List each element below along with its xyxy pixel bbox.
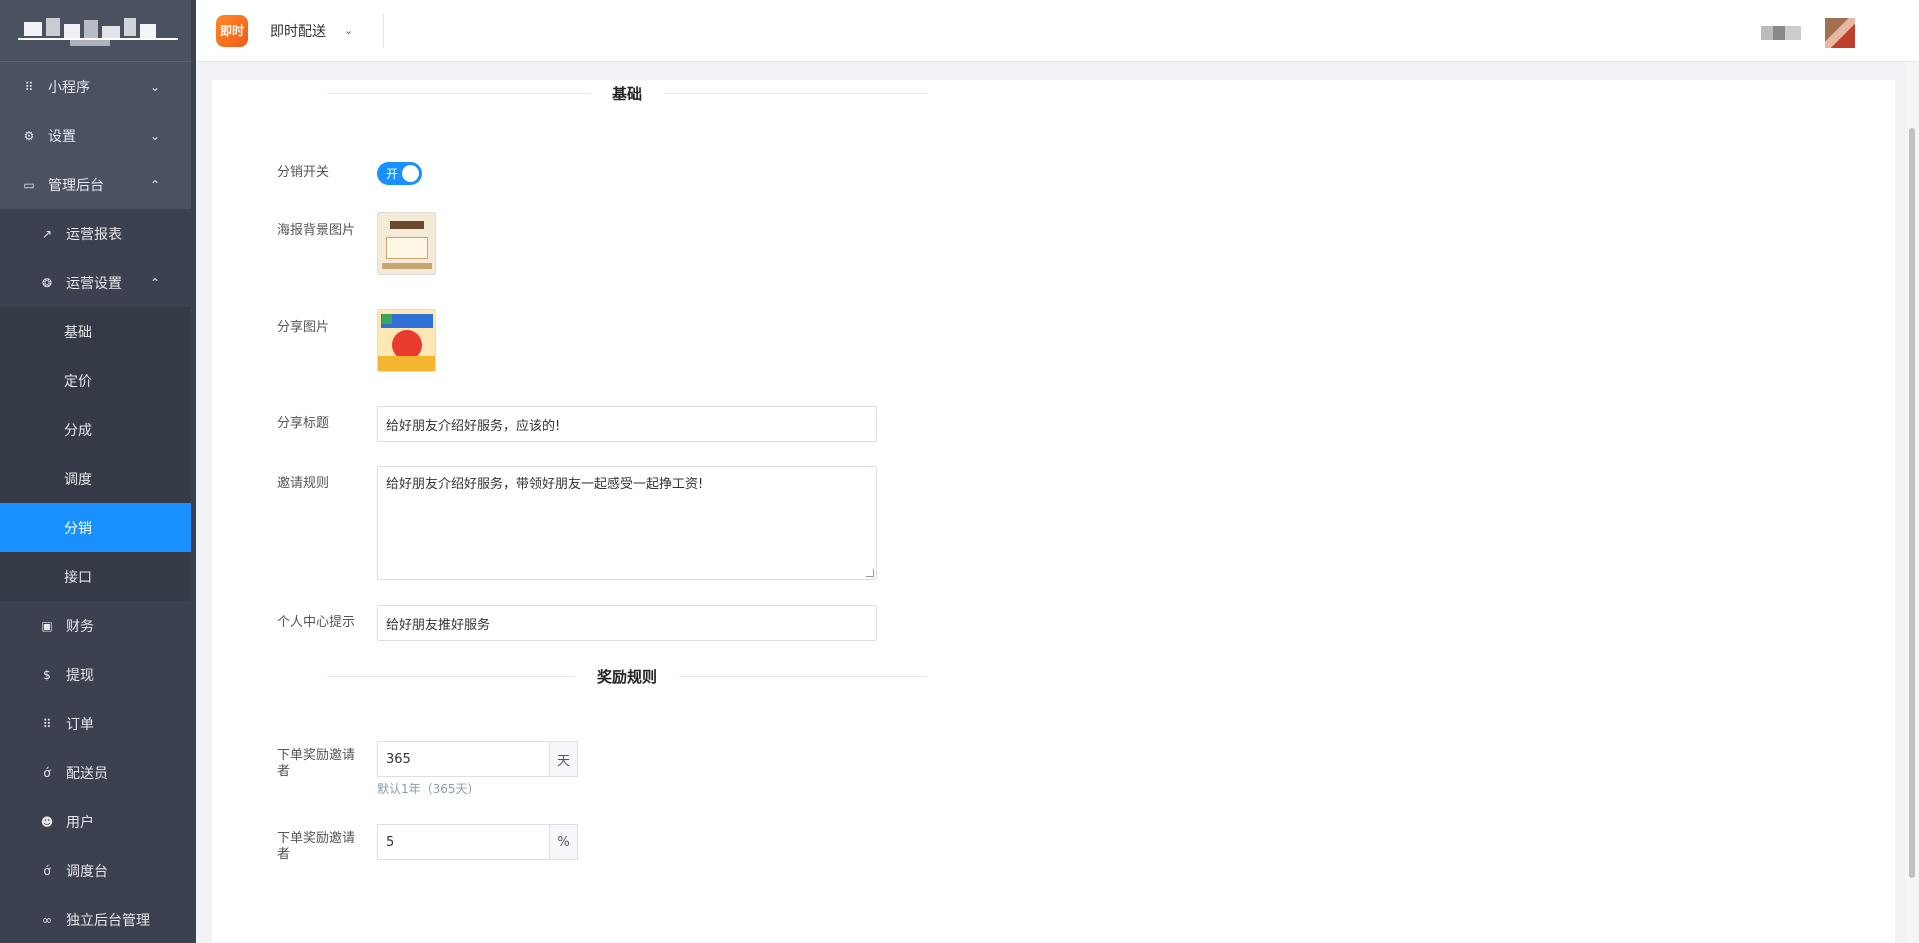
reward-pct-group: 5 % [377,824,578,860]
sidebar-item-standalone-admin[interactable]: ∞ 独立后台管理 [0,895,196,943]
header-divider [383,13,385,48]
sidebar-item-distribution[interactable]: 分销 [0,503,196,552]
reward-pct-unit: % [549,824,578,860]
sidebar-item-dispatch[interactable]: 调度 [0,454,196,503]
reward-days-group: 365 天 [377,741,578,777]
sidebar-item-users[interactable]: ☻ 用户 [0,797,196,846]
sidebar-item-settings[interactable]: ⚙ 设置 ⌄ [0,111,196,160]
center-tip-label: 个人中心提示 [277,615,356,630]
invite-rule-textarea[interactable]: 给好朋友介绍好服务，带领好朋友一起感受一起挣工资! [377,466,877,580]
link-icon: ∞ [42,912,52,927]
distribution-switch[interactable]: 开 [377,162,422,185]
share-title-input[interactable]: 给好朋友介绍好服务，应该的! [377,406,877,442]
user-menu[interactable] [1761,18,1855,48]
sidebar-item-label: 定价 [64,373,92,390]
sidebar-item-label: 配送员 [66,765,108,782]
chevron-down-icon: ⌄ [149,79,160,94]
sidebar: ⠿ 小程序 ⌄ ⚙ 设置 ⌄ ▭ 管理后台 ⌃ ↗ 运营报表 ❂ 运营设置 ⌃ … [0,0,196,943]
sidebar-item-miniprogram[interactable]: ⠿ 小程序 ⌄ [0,62,196,111]
money-icon: ▣ [41,618,53,633]
monitor-icon: ▭ [23,177,35,192]
section-title-basic: 基础 [327,83,927,103]
sidebar-item-label: 运营设置 [66,275,122,292]
sidebar-item-label: 基础 [64,324,92,341]
sidebar-item-pricing[interactable]: 定价 [0,356,196,405]
invite-rule-label: 邀请规则 [277,476,330,491]
reward-days-hint: 默认1年（365天） [377,782,480,796]
reward-days-label: 下单奖励邀请者 [277,748,356,779]
sidebar-item-admin[interactable]: ▭ 管理后台 ⌃ [0,160,196,209]
poster-label: 海报背景图片 [277,223,356,238]
share-image[interactable] [377,309,436,372]
chevron-up-icon: ⌃ [149,275,160,290]
scrollbar-thumb[interactable] [1909,128,1915,878]
section-heading: 奖励规则 [597,667,658,686]
sidebar-item-label: 运营报表 [66,226,122,243]
sidebar-item-label: 管理后台 [48,177,104,194]
share-title-label: 分享标题 [277,416,330,431]
sidebar-item-label: 分成 [64,422,92,439]
sidebar-item-label: 财务 [66,618,94,635]
bike-icon: ớ [43,863,51,878]
logo-image [18,16,178,46]
trend-icon: ↗ [41,226,53,241]
sidebar-item-label: 订单 [66,716,94,733]
section-heading: 基础 [612,84,643,103]
sidebar-item-withdraw[interactable]: $ 提现 [0,650,196,699]
bike-icon: ớ [43,765,51,780]
sidebar-item-ops-settings[interactable]: ❂ 运营设置 ⌃ [0,258,196,307]
gear-icon: ⚙ [23,128,35,143]
sidebar-item-dispatch-console[interactable]: ớ 调度台 [0,846,196,895]
sidebar-item-label: 分销 [64,520,92,537]
sidebar-item-label: 小程序 [48,79,90,96]
dollar-icon: $ [43,667,51,682]
list-icon: ⠿ [42,716,52,731]
chevron-up-icon: ⌃ [149,177,160,192]
switch-label: 分销开关 [277,165,330,180]
sidebar-item-ops-report[interactable]: ↗ 运营报表 [0,209,196,258]
poster-image[interactable] [377,212,436,275]
sidebar-item-finance[interactable]: ▣ 财务 [0,601,196,650]
brand-logo[interactable] [0,0,196,62]
settings-panel: 基础 分销开关 开 海报背景图片 分享图片 分享标题 给好朋友介绍好服务，应该的… [212,80,1895,943]
app-selector[interactable]: 即时配送 ⌄ [270,21,353,41]
reward-pct-input[interactable]: 5 [377,824,549,860]
sidebar-item-label: 设置 [48,128,76,145]
resize-handle-icon[interactable] [866,569,874,577]
chevron-down-icon: ⌄ [344,24,354,37]
switch-knob [402,165,419,182]
chevron-down-icon: ⌄ [149,128,160,143]
sidebar-item-label: 独立后台管理 [66,912,150,929]
grid-icon: ⠿ [24,79,34,94]
switch-text: 开 [386,167,399,181]
avatar[interactable] [1825,18,1855,48]
sidebar-item-basic[interactable]: 基础 [0,307,196,356]
main-scrollbar[interactable] [1905,62,1919,943]
sidebar-item-orders[interactable]: ⠿ 订单 [0,699,196,748]
invite-rule-text: 给好朋友介绍好服务，带领好朋友一起感受一起挣工资! [386,477,704,492]
reward-pct-label: 下单奖励邀请者 [277,831,356,862]
share-image-label: 分享图片 [277,320,330,335]
sidebar-item-label: 用户 [66,814,94,831]
center-tip-input[interactable]: 给好朋友推好服务 [377,605,877,641]
sidebar-item-commission[interactable]: 分成 [0,405,196,454]
sidebar-item-api[interactable]: 接口 [0,552,196,601]
reward-days-input[interactable]: 365 [377,741,549,777]
sidebar-item-label: 接口 [64,569,92,586]
users-icon: ☻ [40,814,54,829]
app-name: 即时配送 [270,23,326,40]
reward-days-unit: 天 [549,741,578,777]
sidebar-item-couriers[interactable]: ớ 配送员 [0,748,196,797]
user-name[interactable] [1761,26,1801,40]
section-title-reward: 奖励规则 [327,666,927,686]
sidebar-item-label: 调度台 [66,863,108,880]
top-header: 即时 即时配送 ⌄ [196,0,1919,62]
settings-icon: ❂ [41,275,53,290]
app-logo-icon: 即时 [216,14,248,47]
sidebar-item-label: 调度 [64,471,92,488]
sidebar-item-label: 提现 [66,667,94,684]
sidebar-scrollbar[interactable] [191,0,196,943]
